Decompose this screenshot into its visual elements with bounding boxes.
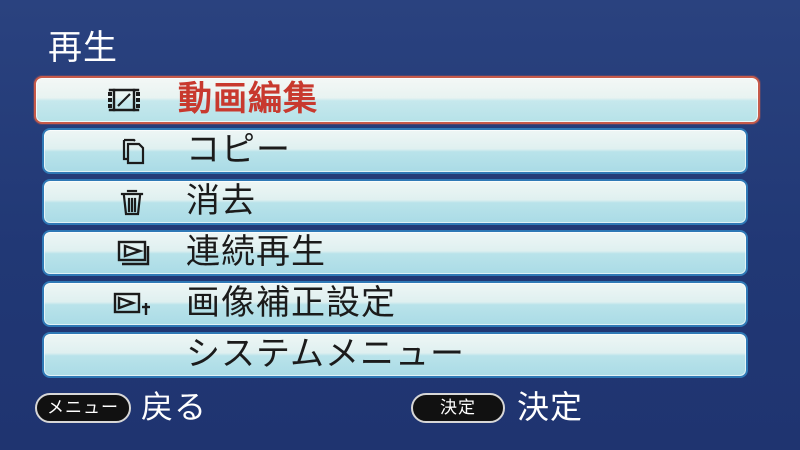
menu-item-label: システムメニュー — [186, 334, 465, 375]
menu-item-label: コピー — [186, 130, 291, 171]
menu-item-image-adjust-settings[interactable]: 画像補正設定 — [42, 281, 748, 327]
menu-item-label: 連続再生 — [186, 232, 326, 273]
menu-item-label: 消去 — [186, 181, 256, 222]
menu-item-label: 画像補正設定 — [186, 283, 396, 324]
menu-item-movie-edit[interactable]: 動画編集 — [34, 76, 760, 124]
menu-item-label: 動画編集 — [178, 79, 318, 120]
confirm-label: 決定 — [517, 388, 584, 426]
back-label: 戻る — [141, 388, 208, 426]
menu-item-slideshow[interactable]: 連続再生 — [42, 230, 748, 276]
playback-menu-screen: 再生 動画編集 コピー 消去 連続再生 画像補正設定 システムメニュー メニュー… — [0, 0, 800, 450]
trash-icon — [110, 186, 154, 218]
copy-icon — [110, 135, 154, 167]
confirm-button[interactable]: 決定 — [411, 393, 505, 423]
image-adjust-icon — [110, 288, 154, 320]
playback-menu: 動画編集 コピー 消去 連続再生 画像補正設定 システムメニュー — [0, 0, 800, 450]
slideshow-icon — [110, 237, 154, 269]
menu-item-delete[interactable]: 消去 — [42, 179, 748, 225]
menu-item-system-menu[interactable]: システムメニュー — [42, 332, 748, 378]
menu-button[interactable]: メニュー — [35, 393, 131, 423]
film-edit-icon — [102, 84, 146, 116]
menu-item-copy[interactable]: コピー — [42, 128, 748, 174]
